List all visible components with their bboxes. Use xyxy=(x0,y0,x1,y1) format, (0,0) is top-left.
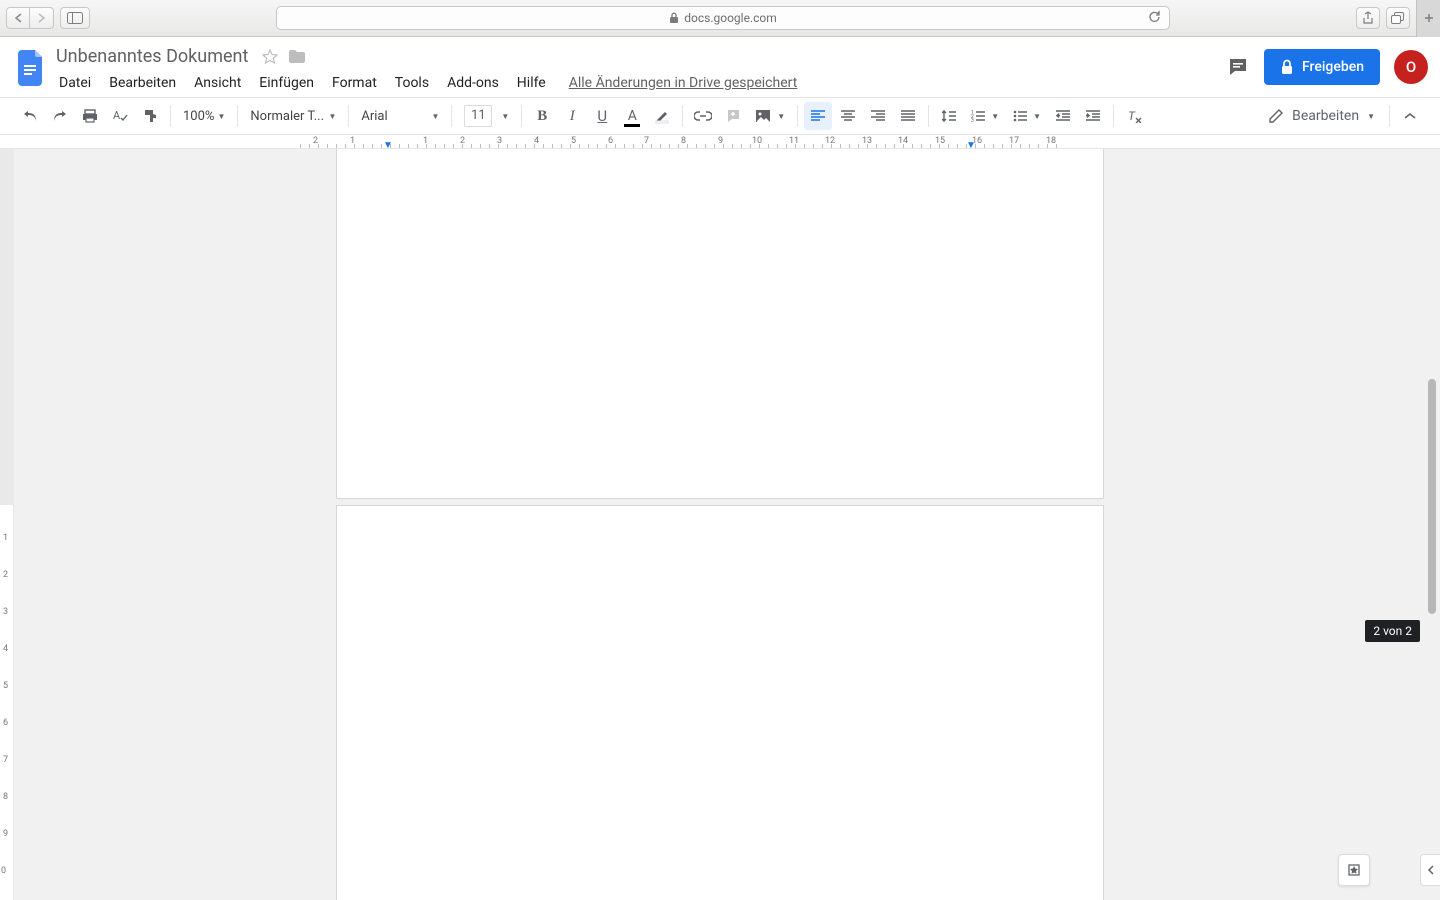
svg-text:3: 3 xyxy=(971,118,974,122)
font-dropdown[interactable]: Arial▼ xyxy=(355,102,445,130)
document-page-1[interactable] xyxy=(336,149,1104,499)
page-indicator-tooltip: 2 von 2 xyxy=(1365,620,1420,642)
side-panel-toggle[interactable] xyxy=(1420,854,1440,886)
menubar: Datei Bearbeiten Ansicht Einfügen Format… xyxy=(52,71,1226,95)
folder-icon[interactable] xyxy=(288,49,306,64)
menu-addons[interactable]: Add-ons xyxy=(440,71,506,95)
menu-format[interactable]: Format xyxy=(325,71,384,95)
align-justify-button[interactable] xyxy=(894,102,922,130)
share-button-label: Freigeben xyxy=(1302,59,1364,75)
browser-toolbar: docs.google.com xyxy=(0,0,1440,37)
italic-button[interactable]: I xyxy=(558,102,586,130)
doc-titlebar: Unbenanntes Dokument Datei Bearbeiten An… xyxy=(0,37,1440,97)
save-status[interactable]: Alle Änderungen in Drive gespeichert xyxy=(569,75,798,91)
scrollbar-thumb[interactable] xyxy=(1428,379,1436,614)
insert-image-button[interactable]: ▼ xyxy=(749,102,791,130)
menu-view[interactable]: Ansicht xyxy=(187,71,248,95)
horizontal-ruler[interactable]: 2 1 1 2 3 4 5 6 7 8 9 10 11 12 13 14 15 … xyxy=(0,135,1440,149)
address-bar[interactable]: docs.google.com xyxy=(276,6,1170,30)
redo-button[interactable] xyxy=(46,102,74,130)
browser-forward-button[interactable] xyxy=(30,7,54,29)
sidebar-toggle-button[interactable] xyxy=(60,7,90,29)
lock-icon xyxy=(1280,59,1294,75)
pencil-icon xyxy=(1268,108,1284,124)
docs-logo-icon[interactable] xyxy=(12,44,52,92)
clear-formatting-button[interactable]: T xyxy=(1120,102,1148,130)
insert-link-button[interactable] xyxy=(689,102,717,130)
numbered-list-button[interactable]: 123▼ xyxy=(965,102,1005,130)
comments-button[interactable] xyxy=(1226,55,1250,79)
insert-comment-button[interactable] xyxy=(719,102,747,130)
underline-button[interactable]: U xyxy=(588,102,616,130)
menu-file[interactable]: Datei xyxy=(52,71,98,95)
paragraph-style-dropdown[interactable]: Normaler T...▼ xyxy=(244,102,342,130)
align-center-button[interactable] xyxy=(834,102,862,130)
reload-icon[interactable] xyxy=(1148,10,1161,24)
highlight-color-button[interactable] xyxy=(648,102,676,130)
font-size-input[interactable]: 11▼ xyxy=(458,102,515,130)
decrease-indent-button[interactable] xyxy=(1049,102,1077,130)
paint-format-button[interactable] xyxy=(136,102,164,130)
vertical-scrollbar[interactable] xyxy=(1426,149,1438,900)
formatting-toolbar: A 100%▼ Normaler T...▼ Arial▼ 11▼ B I U … xyxy=(0,97,1440,135)
share-button[interactable]: Freigeben xyxy=(1264,49,1380,85)
address-url: docs.google.com xyxy=(684,11,777,25)
tabs-button[interactable] xyxy=(1386,7,1410,29)
menu-tools[interactable]: Tools xyxy=(388,71,436,95)
share-sheet-button[interactable] xyxy=(1356,7,1380,29)
star-icon[interactable] xyxy=(262,49,278,65)
svg-text:A: A xyxy=(113,109,121,122)
editing-mode-dropdown[interactable]: Bearbeiten ▼ xyxy=(1260,108,1383,124)
print-button[interactable] xyxy=(76,102,104,130)
lock-icon xyxy=(669,12,679,24)
align-right-button[interactable] xyxy=(864,102,892,130)
document-canvas[interactable] xyxy=(14,149,1426,900)
collapse-toolbar-button[interactable] xyxy=(1396,102,1424,130)
menu-help[interactable]: Hilfe xyxy=(510,71,553,95)
bulleted-list-button[interactable]: ▼ xyxy=(1007,102,1047,130)
undo-button[interactable] xyxy=(16,102,44,130)
document-page-2[interactable] xyxy=(336,505,1104,900)
new-tab-button[interactable] xyxy=(1416,0,1440,37)
vertical-ruler[interactable]: 1 2 3 4 5 6 7 8 9 0 xyxy=(0,505,14,900)
svg-text:T: T xyxy=(1128,109,1136,123)
document-title[interactable]: Unbenanntes Dokument xyxy=(52,44,252,69)
menu-insert[interactable]: Einfügen xyxy=(252,71,321,95)
bold-button[interactable]: B xyxy=(528,102,556,130)
account-avatar[interactable]: O xyxy=(1394,50,1428,84)
text-color-button[interactable]: A xyxy=(618,102,646,130)
menu-edit[interactable]: Bearbeiten xyxy=(102,71,183,95)
spellcheck-button[interactable]: A xyxy=(106,102,134,130)
explore-button[interactable] xyxy=(1338,854,1370,886)
align-left-button[interactable] xyxy=(804,102,832,130)
workspace: 2 1 1 2 3 4 5 6 7 8 9 10 11 12 13 14 15 … xyxy=(0,135,1440,900)
increase-indent-button[interactable] xyxy=(1079,102,1107,130)
zoom-dropdown[interactable]: 100%▼ xyxy=(177,102,231,130)
line-spacing-button[interactable] xyxy=(935,102,963,130)
browser-back-button[interactable] xyxy=(6,7,30,29)
